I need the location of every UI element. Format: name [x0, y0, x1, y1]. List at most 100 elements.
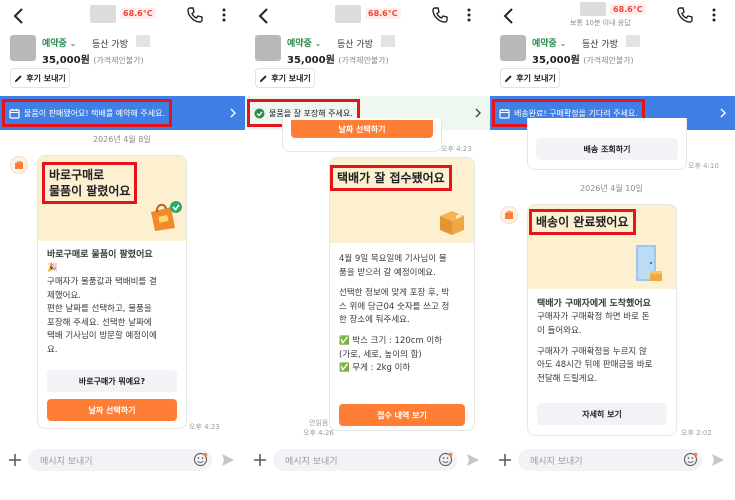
select-date-button[interactable]: 날짜 선택하기 [47, 399, 177, 421]
product-title: 등산 가방 [92, 40, 128, 50]
check-line: ✅ 무게 : 2kg 이하 [339, 362, 471, 376]
body-line: 전달해 드릴게요. [537, 373, 598, 384]
send-review-button[interactable]: 후기 보내기 [500, 68, 560, 88]
trade-status-label: 예약중 [532, 39, 557, 49]
product-thumbnail[interactable] [10, 35, 36, 61]
message-time: 오후 4:26 [303, 429, 334, 437]
back-arrow-icon[interactable] [8, 5, 30, 27]
more-menu-icon[interactable] [463, 6, 475, 24]
message-time: 오후 4:10 [688, 162, 719, 170]
chat-header: 68.6°C 보통 10분 이내 응답 [490, 0, 735, 32]
more-menu-icon[interactable] [708, 6, 720, 24]
product-title: 등산 가방 [582, 40, 618, 50]
phone-icon[interactable] [676, 6, 694, 24]
card-title-line1: 바로구매로 [49, 168, 105, 182]
product-title-blurred [136, 35, 150, 47]
card-title-highlight: 배송이 완료됐어요 [529, 209, 636, 236]
chevron-down-icon: ⌄ [311, 39, 322, 48]
emoji-icon[interactable] [193, 452, 208, 467]
product-title: 등산 가방 [337, 40, 373, 50]
body-line: 품을 받으러 갈 예정이에요. [339, 267, 436, 278]
message-card: 바로구매로 물품이 팔렸어요 바로구매로 물품이 팔렸어요 🎉 구매자가 물품값… [37, 155, 187, 429]
message-input-bar: 메시지 보내기 [490, 447, 735, 475]
price-note: (가격제안불가) [338, 56, 389, 65]
emoji-icon[interactable] [438, 452, 453, 467]
check-line-text: 무게 : 2kg 이하 [352, 363, 411, 374]
product-price: 35,000원 (가격제안불가) [532, 51, 634, 66]
phone-icon[interactable] [431, 6, 449, 24]
card-body: 바로구매로 물품이 팔렸어요 🎉 구매자가 물품값과 택배비를 결 제했어요. … [47, 248, 181, 358]
send-review-button[interactable]: 후기 보내기 [255, 68, 315, 88]
plus-icon[interactable] [253, 453, 267, 467]
card-header: 택배가 잘 접수됐어요 [330, 158, 474, 243]
body-line: 선택한 정보에 맞게 포장 후, 박 [339, 288, 450, 299]
back-arrow-icon[interactable] [498, 5, 520, 27]
status-banner[interactable]: 물품이 판매됐어요! 택배를 예약해 주세요. [0, 96, 245, 130]
view-details-button[interactable]: 자세히 보기 [537, 403, 667, 425]
trade-status[interactable]: 예약중 ⌄ [532, 36, 566, 49]
card-header: 바로구매로 물품이 팔렸어요 [38, 156, 186, 241]
product-price: 35,000원 (가격제안불가) [42, 51, 144, 66]
message-input-placeholder: 메시지 보내기 [530, 457, 583, 467]
trade-status[interactable]: 예약중 ⌄ [287, 36, 321, 49]
user-name-blurred [90, 5, 116, 23]
product-thumbnail[interactable] [255, 35, 281, 61]
message-input[interactable]: 메시지 보내기 [273, 449, 457, 471]
plus-icon[interactable] [498, 453, 512, 467]
phone-icon[interactable] [186, 6, 204, 24]
card-body: 4월 9일 목요일에 기사님이 물 품을 받으러 갈 예정이에요. 선택한 정보… [339, 253, 471, 376]
price-note: (가격제안불가) [583, 56, 634, 65]
back-arrow-icon[interactable] [253, 5, 275, 27]
daangn-avatar [10, 156, 28, 174]
message-time: 오후 2:02 [681, 429, 712, 437]
banner-text: 물품을 잘 포장해 주세요. [269, 108, 353, 118]
more-menu-icon[interactable] [218, 6, 230, 24]
send-icon[interactable] [710, 452, 726, 468]
message-input-placeholder: 메시지 보내기 [40, 457, 93, 467]
what-is-direct-buy-button[interactable]: 바로구매가 뭐예요? [47, 370, 177, 392]
message-input[interactable]: 메시지 보내기 [28, 449, 212, 471]
date-separator: 2026년 4월 10일 [580, 184, 643, 193]
chat-screen-received: 68.6°C 예약중 ⌄ 등산 가방 35,000원 (가격제안불가) 후기 보… [245, 0, 490, 500]
price-value: 35,000원 [532, 55, 580, 66]
price-value: 35,000원 [42, 55, 90, 66]
message-card: 택배가 잘 접수됐어요 4월 9일 목요일에 기사님이 물 품을 받으러 갈 예… [329, 157, 475, 431]
select-date-button[interactable]: 날짜 선택하기 [291, 120, 433, 138]
plus-icon[interactable] [8, 453, 22, 467]
message-time: 오후 4:23 [441, 145, 472, 153]
card-body-title: 바로구매로 물품이 팔렸어요 [47, 250, 153, 260]
card-body: 택배가 구매자에게 도착했어요 구매자가 구매확정 하면 바로 돈 이 들어와요… [537, 297, 673, 386]
message-input[interactable]: 메시지 보내기 [518, 449, 702, 471]
send-icon[interactable] [465, 452, 481, 468]
product-thumbnail[interactable] [500, 35, 526, 61]
card-title-highlight: 바로구매로 물품이 팔렸어요 [42, 162, 138, 205]
banner-text: 물품이 판매됐어요! 택배를 예약해 주세요. [24, 108, 166, 118]
user-name-blurred [580, 2, 606, 16]
send-icon[interactable] [220, 452, 236, 468]
trade-status[interactable]: 예약중 ⌄ [42, 36, 76, 49]
body-line: 편한 날짜를 선택하고, 물품을 [47, 304, 152, 315]
checkbox-icon: ✅ [339, 335, 350, 346]
card-title-line2: 물품이 팔렸어요 [49, 184, 131, 199]
checkbox-icon: ✅ [339, 363, 350, 374]
track-delivery-button[interactable]: 배송 조회하기 [536, 138, 678, 160]
check-line-text: 박스 크기 : 120cm 이하 [352, 335, 443, 346]
previous-message-card: 배송 조회하기 [527, 118, 687, 170]
body-line: 스 위에 당근04 숫자를 쓰고 정 [339, 301, 450, 312]
cardboard-box-icon [440, 211, 464, 235]
chat-screen-delivered: 68.6°C 보통 10분 이내 응답 예약중 ⌄ 등산 가방 35,000원 … [490, 0, 735, 500]
body-line: 4월 9일 목요일에 기사님이 물 [339, 254, 447, 264]
view-receipt-button[interactable]: 접수 내역 보기 [339, 404, 465, 426]
product-price: 35,000원 (가격제안불가) [287, 51, 389, 66]
chevron-right-icon [230, 108, 236, 118]
send-review-button[interactable]: 후기 보내기 [10, 68, 70, 88]
price-value: 35,000원 [287, 55, 335, 66]
chat-header: 68.6°C [0, 0, 245, 32]
chevron-down-icon: ⌄ [66, 39, 77, 48]
card-body-title: 택배가 구매자에게 도착했어요 [537, 299, 651, 309]
send-review-label: 후기 보내기 [26, 73, 66, 83]
banner-text: 배송완료! 구매확정을 기다려 주세요. [514, 108, 638, 118]
card-title-highlight: 택배가 잘 접수됐어요 [330, 165, 452, 192]
emoji-icon[interactable] [683, 452, 698, 467]
